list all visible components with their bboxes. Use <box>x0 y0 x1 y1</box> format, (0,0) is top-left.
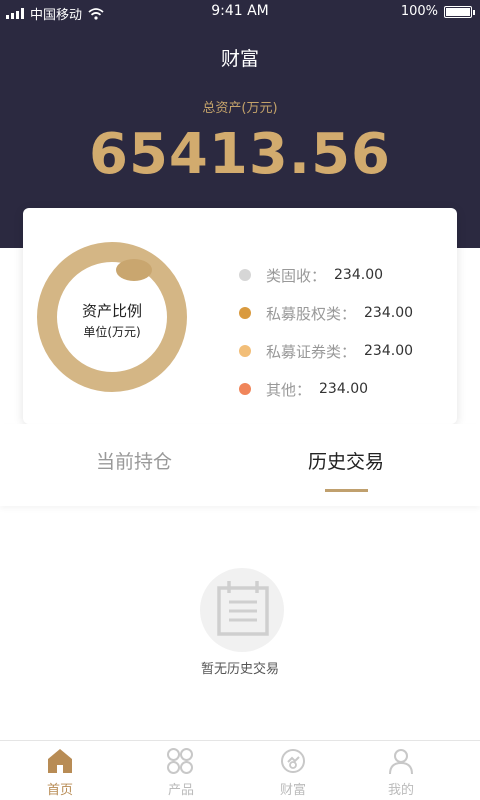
legend-value: 234.00 <box>364 343 414 359</box>
status-right: 100% <box>400 4 475 19</box>
legend-value: 234.00 <box>334 267 384 283</box>
donut-title: 资产比例 <box>81 302 142 320</box>
legend-item-fixed-income: 类固收： 234.00 <box>239 256 449 294</box>
wealth-icon <box>281 749 305 773</box>
legend-dot <box>239 383 251 395</box>
legend-item-private-securities: 私募证券类： 234.00 <box>239 332 449 370</box>
user-icon <box>389 749 413 775</box>
legend-item-other: 其他： 234.00 <box>239 370 449 408</box>
tabbar-item-home[interactable]: 首页 <box>0 741 120 800</box>
legend: 类固收： 234.00 私募股权类： 234.00 私募证券类： 234.00 … <box>239 256 449 408</box>
legend-value: 234.00 <box>364 305 414 321</box>
holdings-tabs: 当前持仓 历史交易 <box>0 424 480 506</box>
legend-dot <box>239 345 251 357</box>
donut-highlight <box>116 259 152 281</box>
total-assets-value: 65413.56 <box>88 122 392 187</box>
page-title: 财富 <box>220 48 259 70</box>
document-icon <box>217 581 269 636</box>
tabbar-item-products[interactable]: 产品 <box>120 741 242 800</box>
grid-icon <box>167 748 193 774</box>
asset-ratio-card: 资产比例 单位(万元) 类固收： 234.00 私募股权类： 234.00 私募… <box>23 208 457 424</box>
legend-name: 私募证券类： <box>266 342 357 361</box>
tabbar-label: 我的 <box>387 783 414 798</box>
legend-item-private-equity: 私募股权类： 234.00 <box>239 294 449 332</box>
tabbar-label: 产品 <box>167 783 194 798</box>
empty-state-icon-circle <box>200 568 284 652</box>
total-assets-label: 总资产(万元) <box>202 101 278 116</box>
tabbar-label: 财富 <box>279 783 306 798</box>
tabbar-item-wealth[interactable]: 财富 <box>233 741 353 800</box>
tab-current-holdings[interactable]: 当前持仓 <box>95 452 173 472</box>
legend-name: 私募股权类： <box>266 304 357 323</box>
empty-state-text: 暂无历史交易 <box>200 662 279 677</box>
legend-name: 类固收： <box>266 266 327 285</box>
bottom-tab-bar: 首页 产品 财富 我的 <box>0 740 480 800</box>
legend-value: 234.00 <box>319 381 369 397</box>
home-icon <box>48 749 72 773</box>
status-bar: 中国移动 9:41 AM 100% <box>0 0 480 24</box>
legend-dot <box>239 269 251 281</box>
legend-name: 其他： <box>266 380 312 399</box>
donut-subtitle: 单位(万元) <box>83 325 141 339</box>
active-tab-indicator <box>325 489 368 492</box>
legend-dot <box>239 307 251 319</box>
battery-percent: 100% <box>400 4 438 19</box>
tabbar-label: 首页 <box>46 783 73 798</box>
tab-trade-history[interactable]: 历史交易 <box>307 452 385 472</box>
battery-icon <box>444 5 475 18</box>
tabbar-item-mine[interactable]: 我的 <box>341 741 461 800</box>
